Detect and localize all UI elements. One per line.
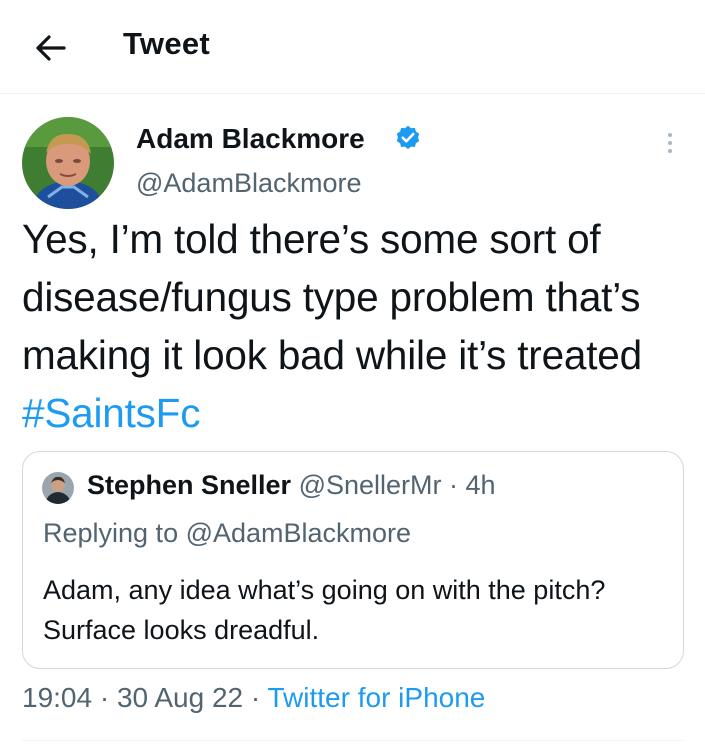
divider (22, 740, 683, 741)
avatar-image (22, 117, 114, 209)
author-name[interactable]: Adam Blackmore (136, 123, 365, 155)
hashtag-link[interactable]: #SaintsFc (22, 390, 200, 436)
quoted-author-handle: @SnellerMr (298, 470, 442, 500)
back-button[interactable] (30, 28, 70, 68)
back-arrow-icon (36, 35, 66, 61)
tweet-body: Yes, I’m told there’s some sort of disea… (22, 216, 642, 378)
replying-to-line: Replying to @AdamBlackmore (43, 518, 412, 548)
author-handle[interactable]: @AdamBlackmore (136, 168, 361, 199)
quoted-tweet[interactable]: Stephen Sneller @SnellerMr · 4h Replying… (22, 451, 684, 669)
quoted-author-avatar (42, 472, 74, 504)
quoted-meta-separator: · (441, 470, 466, 500)
tweet-date: 30 Aug 22 (116, 682, 244, 713)
more-vertical-icon (668, 133, 672, 153)
meta-separator: · (243, 682, 268, 713)
tweet-text: Yes, I’m told there’s some sort of disea… (22, 210, 692, 442)
meta-separator: · (92, 682, 117, 713)
tweet-metadata: 19:04 · 30 Aug 22 · Twitter for iPhone (22, 682, 485, 714)
quoted-tweet-text: Adam, any idea what’s going on with the … (43, 575, 606, 645)
more-options-button[interactable] (664, 131, 676, 155)
top-bar: Tweet (0, 0, 705, 94)
author-avatar[interactable] (22, 117, 114, 209)
quoted-timestamp: 4h (465, 470, 496, 500)
quoted-author-name: Stephen Sneller (87, 470, 292, 500)
tweet-time: 19:04 (22, 682, 93, 713)
page-title: Tweet (123, 26, 211, 61)
tweet-source-link[interactable]: Twitter for iPhone (267, 682, 485, 713)
quoted-header: Stephen Sneller @SnellerMr · 4h (87, 470, 496, 501)
verified-badge-icon (394, 124, 422, 152)
